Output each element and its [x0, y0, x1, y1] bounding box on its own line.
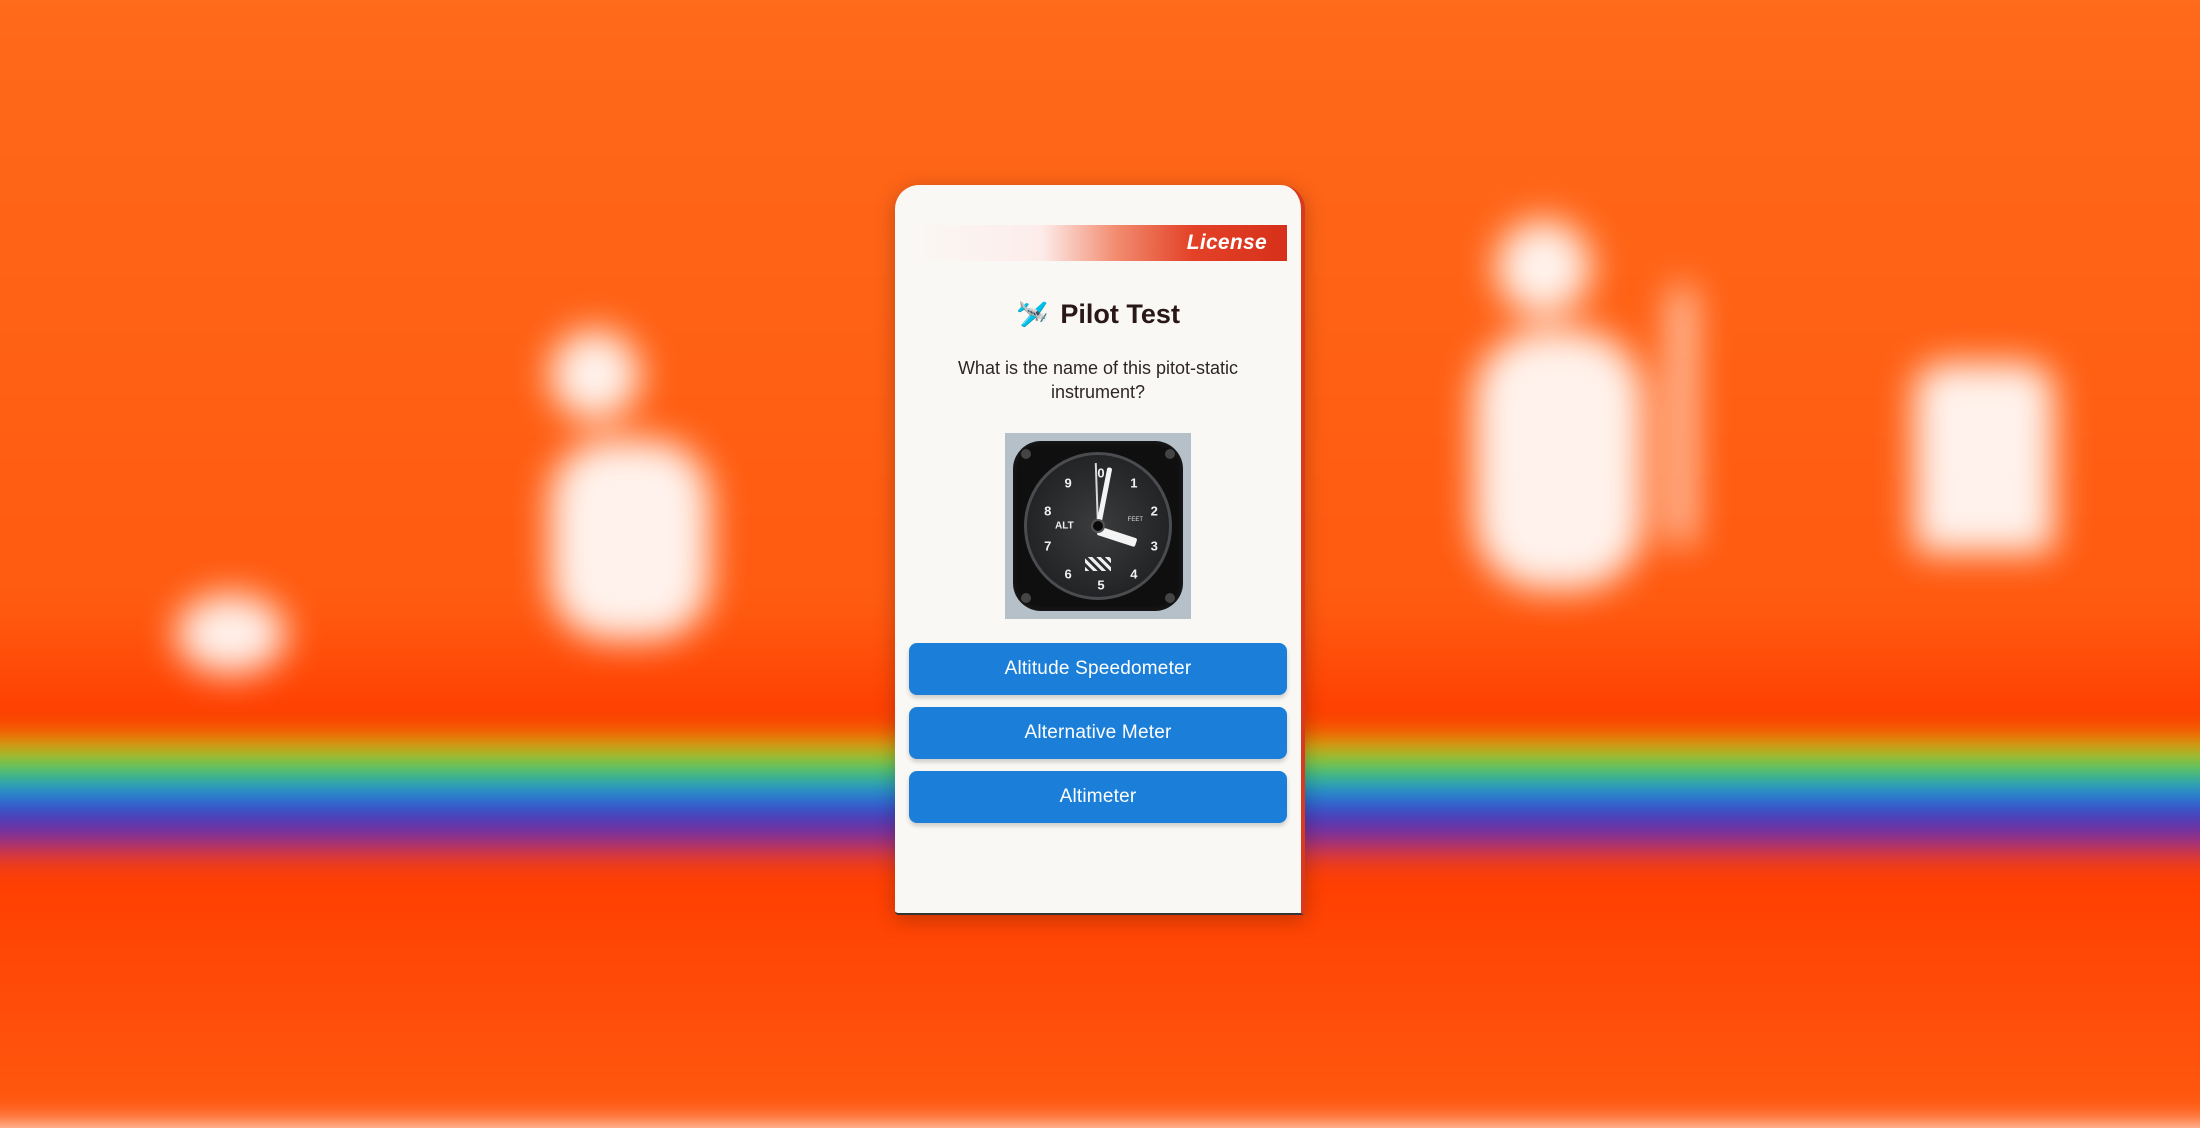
answer-option-2[interactable]: Altimeter [909, 771, 1287, 823]
dial-number: 0 [1097, 465, 1104, 480]
card-header: License [909, 225, 1287, 261]
answer-option-0[interactable]: Altitude Speedometer [909, 643, 1287, 695]
quiz-title: 🛩️ Pilot Test [895, 299, 1301, 330]
dial-number: 4 [1130, 566, 1137, 581]
quiz-title-text: Pilot Test [1060, 299, 1180, 330]
dial-number: 8 [1044, 504, 1051, 519]
needle-center [1091, 519, 1105, 533]
dial-number: 3 [1151, 538, 1158, 553]
altimeter-dial: ALT FEET 0 12 34 5 67 89 [1024, 452, 1172, 600]
dial-number: 1 [1130, 476, 1137, 491]
question-text: What is the name of this pitot-static in… [931, 356, 1265, 405]
altimeter-bezel: ALT FEET 0 12 34 5 67 89 [1013, 441, 1183, 611]
feet-label: FEET [1128, 517, 1143, 523]
card-header-label: License [1187, 231, 1267, 255]
dial-number: 6 [1064, 566, 1071, 581]
airplane-icon: 🛩️ [1016, 299, 1048, 330]
hatch-pattern [1085, 557, 1111, 571]
instrument-image: ALT FEET 0 12 34 5 67 89 [1005, 433, 1191, 619]
dial-number: 2 [1151, 504, 1158, 519]
answer-option-1[interactable]: Alternative Meter [909, 707, 1287, 759]
dial-number: 5 [1097, 577, 1104, 592]
answer-list: Altitude Speedometer Alternative Meter A… [909, 643, 1287, 823]
quiz-card: License 🛩️ Pilot Test What is the name o… [895, 185, 1305, 915]
alt-label: ALT [1055, 520, 1074, 531]
dial-number: 7 [1044, 538, 1051, 553]
dial-number: 9 [1064, 476, 1071, 491]
